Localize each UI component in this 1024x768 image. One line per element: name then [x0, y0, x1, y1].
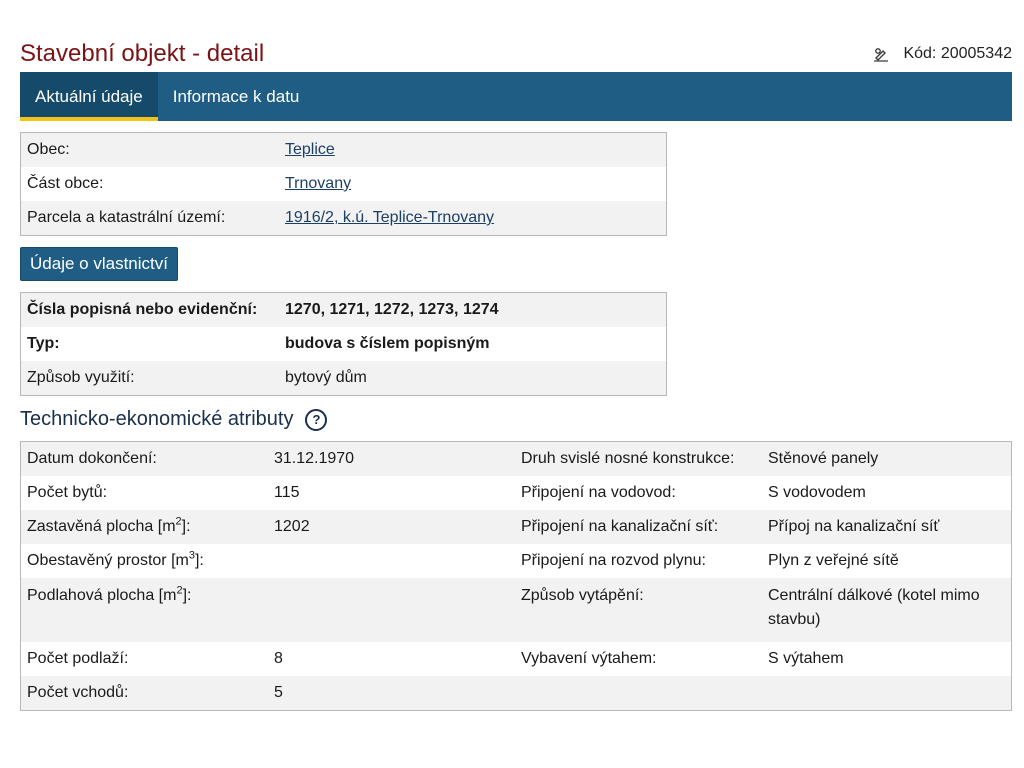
row-label — [515, 676, 762, 711]
row-label: Typ: — [20, 327, 279, 361]
label-text: Obestavěný prostor [m — [27, 552, 189, 569]
row-value: Trnovany — [279, 167, 667, 201]
row-value: bytový dům — [279, 361, 667, 396]
row-label: Připojení na vodovod: — [515, 476, 762, 510]
row-label: Obec: — [20, 132, 279, 167]
row-value: 1202 — [268, 510, 515, 544]
row-label: Způsob využití: — [20, 361, 279, 396]
row-label: Počet podlaží: — [20, 642, 268, 676]
table-row: Počet bytů: 115 Připojení na vodovod: S … — [20, 476, 1012, 510]
row-value: 31.12.1970 — [268, 441, 515, 476]
table-row: Zastavěná plocha [m2]: 1202 Připojení na… — [20, 510, 1012, 544]
row-value: S výtahem — [762, 642, 1012, 676]
table-row: Čísla popisná nebo evidenční: 1270, 1271… — [20, 292, 667, 327]
table-row: Parcela a katastrální území: 1916/2, k.ú… — [20, 201, 667, 236]
row-label: Datum dokončení: — [20, 441, 268, 476]
object-code-text: Kód: 20005342 — [903, 45, 1012, 62]
row-value: Teplice — [279, 132, 667, 167]
row-value: 1916/2, k.ú. Teplice-Trnovany — [279, 201, 667, 236]
tab-info-to-date[interactable]: Informace k datu — [158, 72, 315, 121]
page: Stavební objekt - detail Kód: 20005342 A… — [0, 0, 1024, 768]
row-value: S vodovodem — [762, 476, 1012, 510]
row-label: Podlahová plocha [m2]: — [20, 578, 268, 642]
label-end: ]: — [182, 587, 192, 604]
row-label: Způsob vytápění: — [515, 578, 762, 642]
table-row: Obestavěný prostor [m3]: Připojení na ro… — [20, 544, 1012, 578]
row-value: budova s číslem popisným — [279, 327, 667, 361]
page-header: Stavební objekt - detail Kód: 20005342 — [20, 36, 1012, 72]
row-value: 8 — [268, 642, 515, 676]
building-table: Čísla popisná nebo evidenční: 1270, 1271… — [20, 292, 667, 396]
tab-bar: Aktuální údaje Informace k datu — [20, 72, 1012, 121]
table-row: Počet podlaží: 8 Vybavení výtahem: S výt… — [20, 642, 1012, 676]
tab-current-data[interactable]: Aktuální údaje — [20, 72, 158, 121]
row-value — [268, 544, 515, 578]
table-row: Část obce: Trnovany — [20, 167, 667, 201]
label-end: ]: — [181, 518, 191, 535]
table-row: Typ: budova s číslem popisným — [20, 327, 667, 361]
label-text: Podlahová plocha [m — [27, 587, 177, 604]
table-row: Počet vchodů: 5 — [20, 676, 1012, 711]
row-label: Připojení na kanalizační síť: — [515, 510, 762, 544]
location-table: Obec: Teplice Část obce: Trnovany Parcel… — [20, 132, 667, 236]
row-value: Centrální dálkové (kotel mimo stavbu) — [762, 578, 1012, 642]
row-value — [762, 676, 1012, 711]
district-link[interactable]: Trnovany — [285, 175, 351, 192]
edit-pen-icon[interactable] — [873, 46, 889, 62]
row-label: Připojení na rozvod plynu: — [515, 544, 762, 578]
technical-attributes-table: Datum dokončení: 31.12.1970 Druh svislé … — [20, 441, 1012, 711]
row-label: Parcela a katastrální území: — [20, 201, 279, 236]
row-label: Část obce: — [20, 167, 279, 201]
row-label: Vybavení výtahem: — [515, 642, 762, 676]
section-title-text: Technicko-ekonomické atributy — [20, 408, 294, 430]
row-value: 5 — [268, 676, 515, 711]
row-label: Zastavěná plocha [m2]: — [20, 510, 268, 544]
row-label: Čísla popisná nebo evidenční: — [20, 292, 279, 327]
row-value: Plyn z veřejné sítě — [762, 544, 1012, 578]
section-title: Technicko-ekonomické atributy ? — [20, 408, 328, 431]
table-row: Obec: Teplice — [20, 132, 667, 167]
table-row: Podlahová plocha [m2]: Způsob vytápění: … — [20, 578, 1012, 642]
row-label: Druh svislé nosné konstrukce: — [515, 441, 762, 476]
row-value: Přípoj na kanalizační síť — [762, 510, 1012, 544]
label-text: Zastavěná plocha [m — [27, 518, 176, 535]
row-value — [268, 578, 515, 642]
parcel-link[interactable]: 1916/2, k.ú. Teplice-Trnovany — [285, 209, 494, 226]
object-code: Kód: 20005342 — [873, 45, 1012, 63]
row-value: 1270, 1271, 1272, 1273, 1274 — [279, 292, 667, 327]
row-label: Počet vchodů: — [20, 676, 268, 711]
municipality-link[interactable]: Teplice — [285, 141, 335, 158]
ownership-button[interactable]: Údaje o vlastnictví — [20, 247, 178, 281]
row-label: Obestavěný prostor [m3]: — [20, 544, 268, 578]
page-title: Stavební objekt - detail — [20, 40, 265, 67]
row-value: Stěnové panely — [762, 441, 1012, 476]
help-icon[interactable]: ? — [305, 408, 328, 431]
table-row: Způsob využití: bytový dům — [20, 361, 667, 396]
label-end: ]: — [194, 552, 204, 569]
row-label: Počet bytů: — [20, 476, 268, 510]
row-value: 115 — [268, 476, 515, 510]
table-row: Datum dokončení: 31.12.1970 Druh svislé … — [20, 441, 1012, 476]
